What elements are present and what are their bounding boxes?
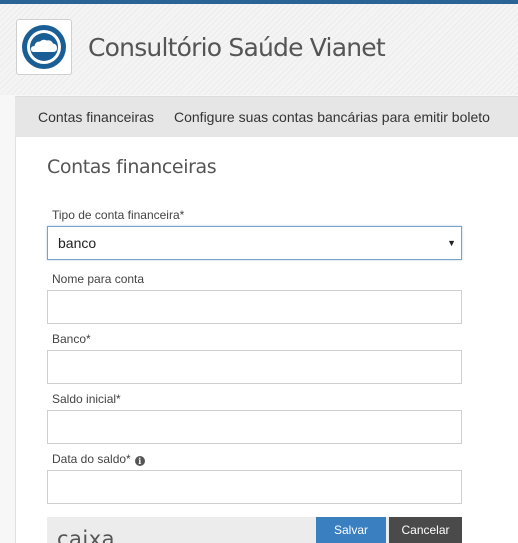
nome-field[interactable]: [47, 290, 462, 324]
dropdown-arrow-icon: ▼: [447, 238, 456, 248]
saldo-field[interactable]: [47, 410, 462, 444]
breadcrumb-item-configure: Configure suas contas bancárias para emi…: [174, 109, 490, 125]
data-label-row: Data do saldo* i: [52, 451, 145, 467]
saldo-label: Saldo inicial*: [52, 392, 121, 406]
cancel-button[interactable]: Cancelar: [389, 517, 462, 543]
tipo-label: Tipo de conta financeira*: [52, 208, 185, 222]
saldo-input[interactable]: [48, 411, 461, 443]
save-button[interactable]: Salvar: [316, 517, 386, 543]
cloud-icon: [22, 25, 66, 69]
nome-input[interactable]: [48, 291, 461, 323]
nome-label: Nome para conta: [52, 272, 145, 286]
banco-input[interactable]: [48, 351, 461, 383]
tipo-select[interactable]: banco ▼: [47, 226, 462, 260]
app-logo[interactable]: [16, 19, 72, 75]
banco-field[interactable]: [47, 350, 462, 384]
breadcrumb-item-contas[interactable]: Contas financeiras: [38, 97, 154, 137]
data-label: Data do saldo*: [52, 452, 131, 466]
caixa-section-title: caixa: [57, 527, 116, 543]
data-field[interactable]: [47, 470, 462, 504]
info-icon[interactable]: i: [134, 456, 145, 466]
breadcrumb: Contas financeiras Configure suas contas…: [15, 96, 518, 137]
app-title: Consultório Saúde Vianet: [88, 33, 386, 62]
page-title: Contas financeiras: [47, 156, 217, 178]
data-input[interactable]: [48, 471, 461, 503]
banco-label: Banco*: [52, 332, 91, 346]
tipo-select-value: banco: [58, 235, 97, 251]
